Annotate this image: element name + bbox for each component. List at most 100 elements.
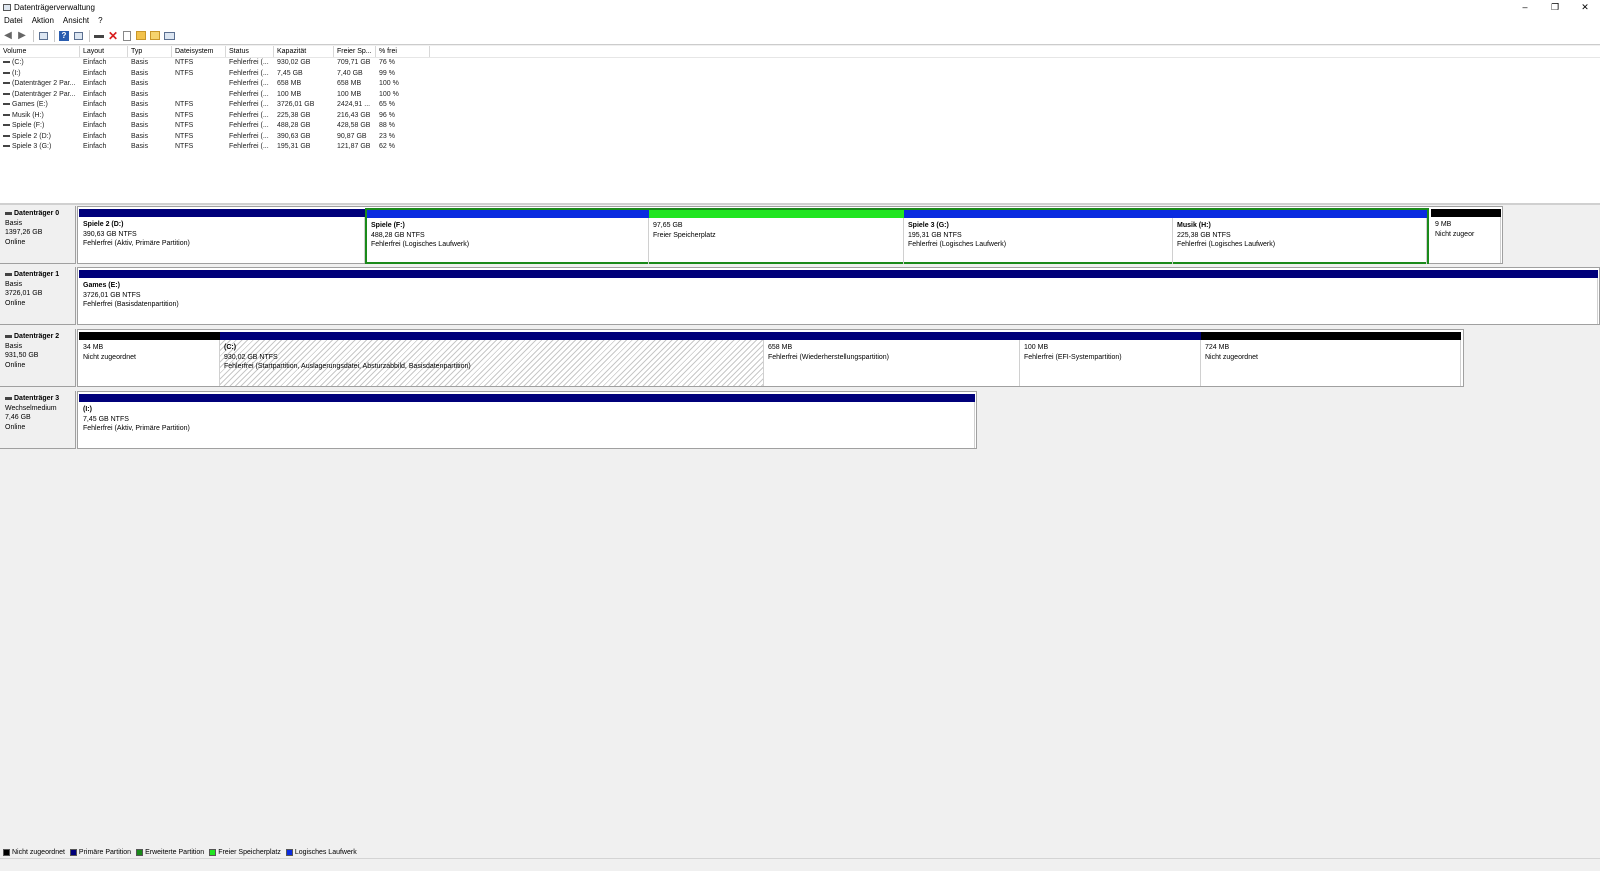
- column-dateisystem[interactable]: Dateisystem: [172, 46, 226, 57]
- table-row[interactable]: (Datenträger 2 Par... Einfach Basis Fehlerf…: [0, 79, 1600, 90]
- table-cell: 76 %: [376, 58, 430, 69]
- toolbar: ◀ ▶ ? ▬ ✕: [0, 27, 1600, 45]
- partition-spiele[interactable]: Spiele (F:) 488,28 GB NTFS Fehlerfrei (L…: [367, 210, 649, 264]
- pane-splitter[interactable]: [0, 203, 1600, 205]
- partition-spiele-3[interactable]: Spiele 3 (G:) 195,31 GB NTFS Fehlerfrei …: [904, 210, 1173, 264]
- partition-unallocated[interactable]: 724 MB Nicht zugeordnet: [1201, 332, 1461, 386]
- table-cell: NTFS: [172, 121, 226, 132]
- column-status[interactable]: Status: [226, 46, 274, 57]
- partition-musik[interactable]: Musik (H:) 225,38 GB NTFS Fehlerfrei (Lo…: [1173, 210, 1427, 264]
- table-cell: Basis: [128, 69, 172, 80]
- column-volume[interactable]: Volume: [0, 46, 80, 57]
- menu-help[interactable]: ?: [98, 16, 102, 25]
- table-row[interactable]: (Datenträger 2 Par... Einfach Basis Fehlerf…: [0, 90, 1600, 101]
- disk-label-2[interactable]: Datenträger 2 Basis 931,50 GB Online: [0, 329, 76, 387]
- restore-button[interactable]: ❐: [1540, 0, 1570, 14]
- column-typ[interactable]: Typ: [128, 46, 172, 57]
- connect-drive-icon[interactable]: ▬: [93, 30, 105, 42]
- delete-icon[interactable]: ✕: [107, 29, 119, 43]
- arrow-left-icon[interactable]: ◀: [2, 30, 14, 42]
- partition-size: 7,45 GB NTFS: [83, 415, 129, 423]
- column-freier-speicher[interactable]: Freier Sp...: [334, 46, 376, 57]
- cell-text: NTFS: [175, 59, 194, 66]
- cell-text: (I:): [12, 69, 21, 77]
- view-list-icon[interactable]: [163, 30, 175, 42]
- partition-usb-i[interactable]: (I:) 7,45 GB NTFS Fehlerfrei (Aktiv, Pri…: [79, 394, 975, 448]
- disk-state: Online: [5, 423, 26, 431]
- partition-unallocated[interactable]: 34 MB Nicht zugeordnet: [79, 332, 220, 386]
- cell-text: 3726,01 GB: [277, 101, 315, 108]
- disk-name-text: Datenträger 1: [14, 271, 60, 278]
- partition-games[interactable]: Games (E:) 3726,01 GB NTFS Fehlerfrei (B…: [79, 270, 1598, 324]
- partition-name: (I:): [83, 406, 92, 413]
- folder-icon[interactable]: [135, 30, 147, 42]
- table-row[interactable]: Spiele 3 (G:) Einfach Basis NTFS Fehlerfrei …: [0, 142, 1600, 153]
- disk-label-3[interactable]: Datenträger 3 Wechselmedium 7,46 GB Onli…: [0, 391, 76, 449]
- table-row[interactable]: Musik (H:) Einfach Basis NTFS Fehlerfrei (..…: [0, 111, 1600, 122]
- arrow-right-icon[interactable]: ▶: [16, 30, 28, 42]
- partition-status: Freier Speicherplatz: [653, 231, 716, 239]
- partition-system-c[interactable]: (C:) 930,02 GB NTFS Fehlerfrei (Startpar…: [220, 332, 764, 386]
- table-row[interactable]: Spiele (F:) Einfach Basis NTFS Fehlerfrei (.…: [0, 121, 1600, 132]
- disk-partitions-3: (I:) 7,45 GB NTFS Fehlerfrei (Aktiv, Pri…: [77, 391, 977, 449]
- cell-text: Fehlerfrei (...: [229, 122, 269, 129]
- extended-partition: Spiele (F:) 488,28 GB NTFS Fehlerfrei (L…: [365, 208, 1429, 264]
- disk-label-1[interactable]: Datenträger 1 Basis 3726,01 GB Online: [0, 267, 76, 325]
- table-cell: Einfach: [80, 79, 128, 90]
- menu-datei[interactable]: Datei: [4, 16, 23, 25]
- partition-spiele-2[interactable]: Spiele 2 (D:) 390,63 GB NTFS Fehlerfrei …: [79, 209, 365, 263]
- volume-table-header: Volume Layout Typ Dateisystem Status Kap…: [0, 46, 1600, 58]
- open-folder-icon[interactable]: [149, 30, 161, 42]
- minimize-button[interactable]: –: [1510, 0, 1540, 14]
- column-prozent-frei[interactable]: % frei: [376, 46, 430, 57]
- volume-icon: [3, 92, 10, 95]
- console-tree-icon[interactable]: [37, 30, 49, 42]
- partition-efi[interactable]: 100 MB Fehlerfrei (EFI-Systempartition): [1020, 332, 1201, 386]
- properties-icon[interactable]: [72, 30, 84, 42]
- disk-label-0[interactable]: Datenträger 0 Basis 1397,26 GB Online: [0, 206, 76, 264]
- menu-aktion[interactable]: Aktion: [32, 16, 54, 25]
- partition-recovery[interactable]: 658 MB Fehlerfrei (Wiederherstellungspar…: [764, 332, 1020, 386]
- help-icon[interactable]: ?: [58, 30, 70, 42]
- column-layout[interactable]: Layout: [80, 46, 128, 57]
- table-row[interactable]: (I:) Einfach Basis NTFS Fehlerfrei (... 7,45 …: [0, 69, 1600, 80]
- partition-bar: [220, 332, 764, 340]
- table-row[interactable]: (C:) Einfach Basis NTFS Fehlerfrei (... 930,0…: [0, 58, 1600, 69]
- table-cell: 709,71 GB: [334, 58, 376, 69]
- document-icon[interactable]: [121, 30, 133, 42]
- volume-icon: [3, 113, 10, 116]
- cell-text: 930,02 GB: [277, 59, 311, 66]
- cell-text: Einfach: [83, 143, 107, 150]
- disk-name: Datenträger 1: [5, 270, 75, 280]
- cell-text: Basis: [131, 69, 149, 77]
- table-cell: Basis: [128, 121, 172, 132]
- column-kapazitaet[interactable]: Kapazität: [274, 46, 334, 57]
- cell-text: Basis: [131, 143, 149, 150]
- table-cell: NTFS: [172, 58, 226, 69]
- table-row[interactable]: Spiele 2 (D:) Einfach Basis NTFS Fehlerfrei …: [0, 132, 1600, 143]
- partition-unallocated[interactable]: 9 MB Nicht zugeor: [1431, 209, 1501, 263]
- status-bar: [0, 858, 1600, 871]
- menu-ansicht[interactable]: Ansicht: [63, 16, 89, 25]
- table-cell: 90,87 GB: [334, 132, 376, 143]
- legend-label: Primäre Partition: [78, 848, 132, 856]
- table-row[interactable]: Games (E:) Einfach Basis NTFS Fehlerfrei (..…: [0, 100, 1600, 111]
- cell-text: 709,71 GB: [337, 59, 371, 66]
- table-cell: 7,40 GB: [334, 69, 376, 80]
- table-cell: Fehlerfrei (...: [226, 121, 274, 132]
- partition-body: Musik (H:) 225,38 GB NTFS Fehlerfrei (Lo…: [1173, 218, 1427, 264]
- table-cell: NTFS: [172, 132, 226, 143]
- disk-size: 1397,26 GB: [5, 229, 43, 236]
- table-cell: [172, 90, 226, 101]
- disk-size: 7,46 GB: [5, 414, 31, 421]
- partition-bar: [79, 209, 365, 217]
- partition-size: 390,63 GB NTFS: [83, 230, 137, 238]
- table-cell: 100 %: [376, 90, 430, 101]
- partition-status: Fehlerfrei (Wiederherstellungspartition): [768, 353, 889, 361]
- toolbar-separator: [54, 29, 55, 42]
- partition-free-space[interactable]: 97,65 GB Freier Speicherplatz: [649, 210, 904, 264]
- cell-text: 23 %: [379, 132, 395, 140]
- legend-label: Logisches Laufwerk: [294, 848, 357, 856]
- table-cell: 930,02 GB: [274, 58, 334, 69]
- close-button[interactable]: ✕: [1570, 0, 1600, 14]
